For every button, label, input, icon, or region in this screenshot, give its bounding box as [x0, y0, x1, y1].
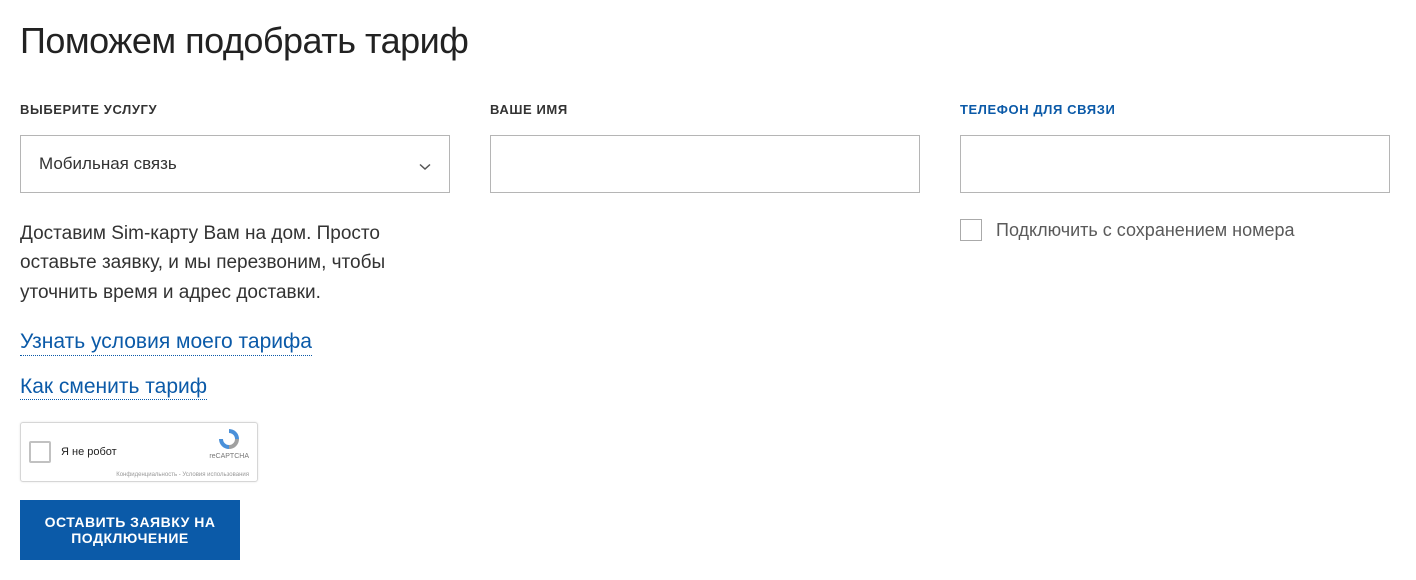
- submit-button[interactable]: ОСТАВИТЬ ЗАЯВКУ НА ПОДКЛЮЧЕНИЕ: [20, 500, 240, 560]
- tariff-terms-link[interactable]: Узнать условия моего тарифа: [20, 329, 312, 355]
- recaptcha-checkbox[interactable]: [29, 441, 51, 463]
- recaptcha-widget[interactable]: Я не робот reCAPTCHA Конфиденциальность …: [20, 422, 258, 482]
- service-label: ВЫБЕРИТЕ УСЛУГУ: [20, 102, 450, 117]
- phone-column: ТЕЛЕФОН ДЛЯ СВЯЗИ Подключить с сохранени…: [960, 102, 1390, 560]
- chevron-down-icon: [419, 158, 431, 170]
- service-selected-value: Мобильная связь: [39, 154, 177, 174]
- phone-input[interactable]: [960, 135, 1390, 193]
- phone-label: ТЕЛЕФОН ДЛЯ СВЯЗИ: [960, 102, 1390, 117]
- name-label: ВАШЕ ИМЯ: [490, 102, 920, 117]
- service-column: ВЫБЕРИТЕ УСЛУГУ Мобильная связь Доставим…: [20, 102, 450, 560]
- service-select[interactable]: Мобильная связь: [20, 135, 450, 193]
- keep-number-label: Подключить с сохранением номера: [996, 220, 1295, 241]
- change-tariff-link[interactable]: Как сменить тариф: [20, 374, 207, 400]
- name-input[interactable]: [490, 135, 920, 193]
- page-title: Поможем подобрать тариф: [20, 20, 1396, 62]
- keep-number-checkbox[interactable]: [960, 219, 982, 241]
- recaptcha-label: Я не робот: [61, 446, 117, 458]
- form-row: ВЫБЕРИТЕ УСЛУГУ Мобильная связь Доставим…: [20, 102, 1396, 560]
- recaptcha-terms: Конфиденциальность - Условия использован…: [116, 472, 249, 478]
- recaptcha-logo: reCAPTCHA: [209, 427, 249, 461]
- keep-number-row: Подключить с сохранением номера: [960, 219, 1390, 241]
- service-description: Доставим Sim-карту Вам на дом. Просто ос…: [20, 219, 450, 307]
- name-column: ВАШЕ ИМЯ: [490, 102, 920, 560]
